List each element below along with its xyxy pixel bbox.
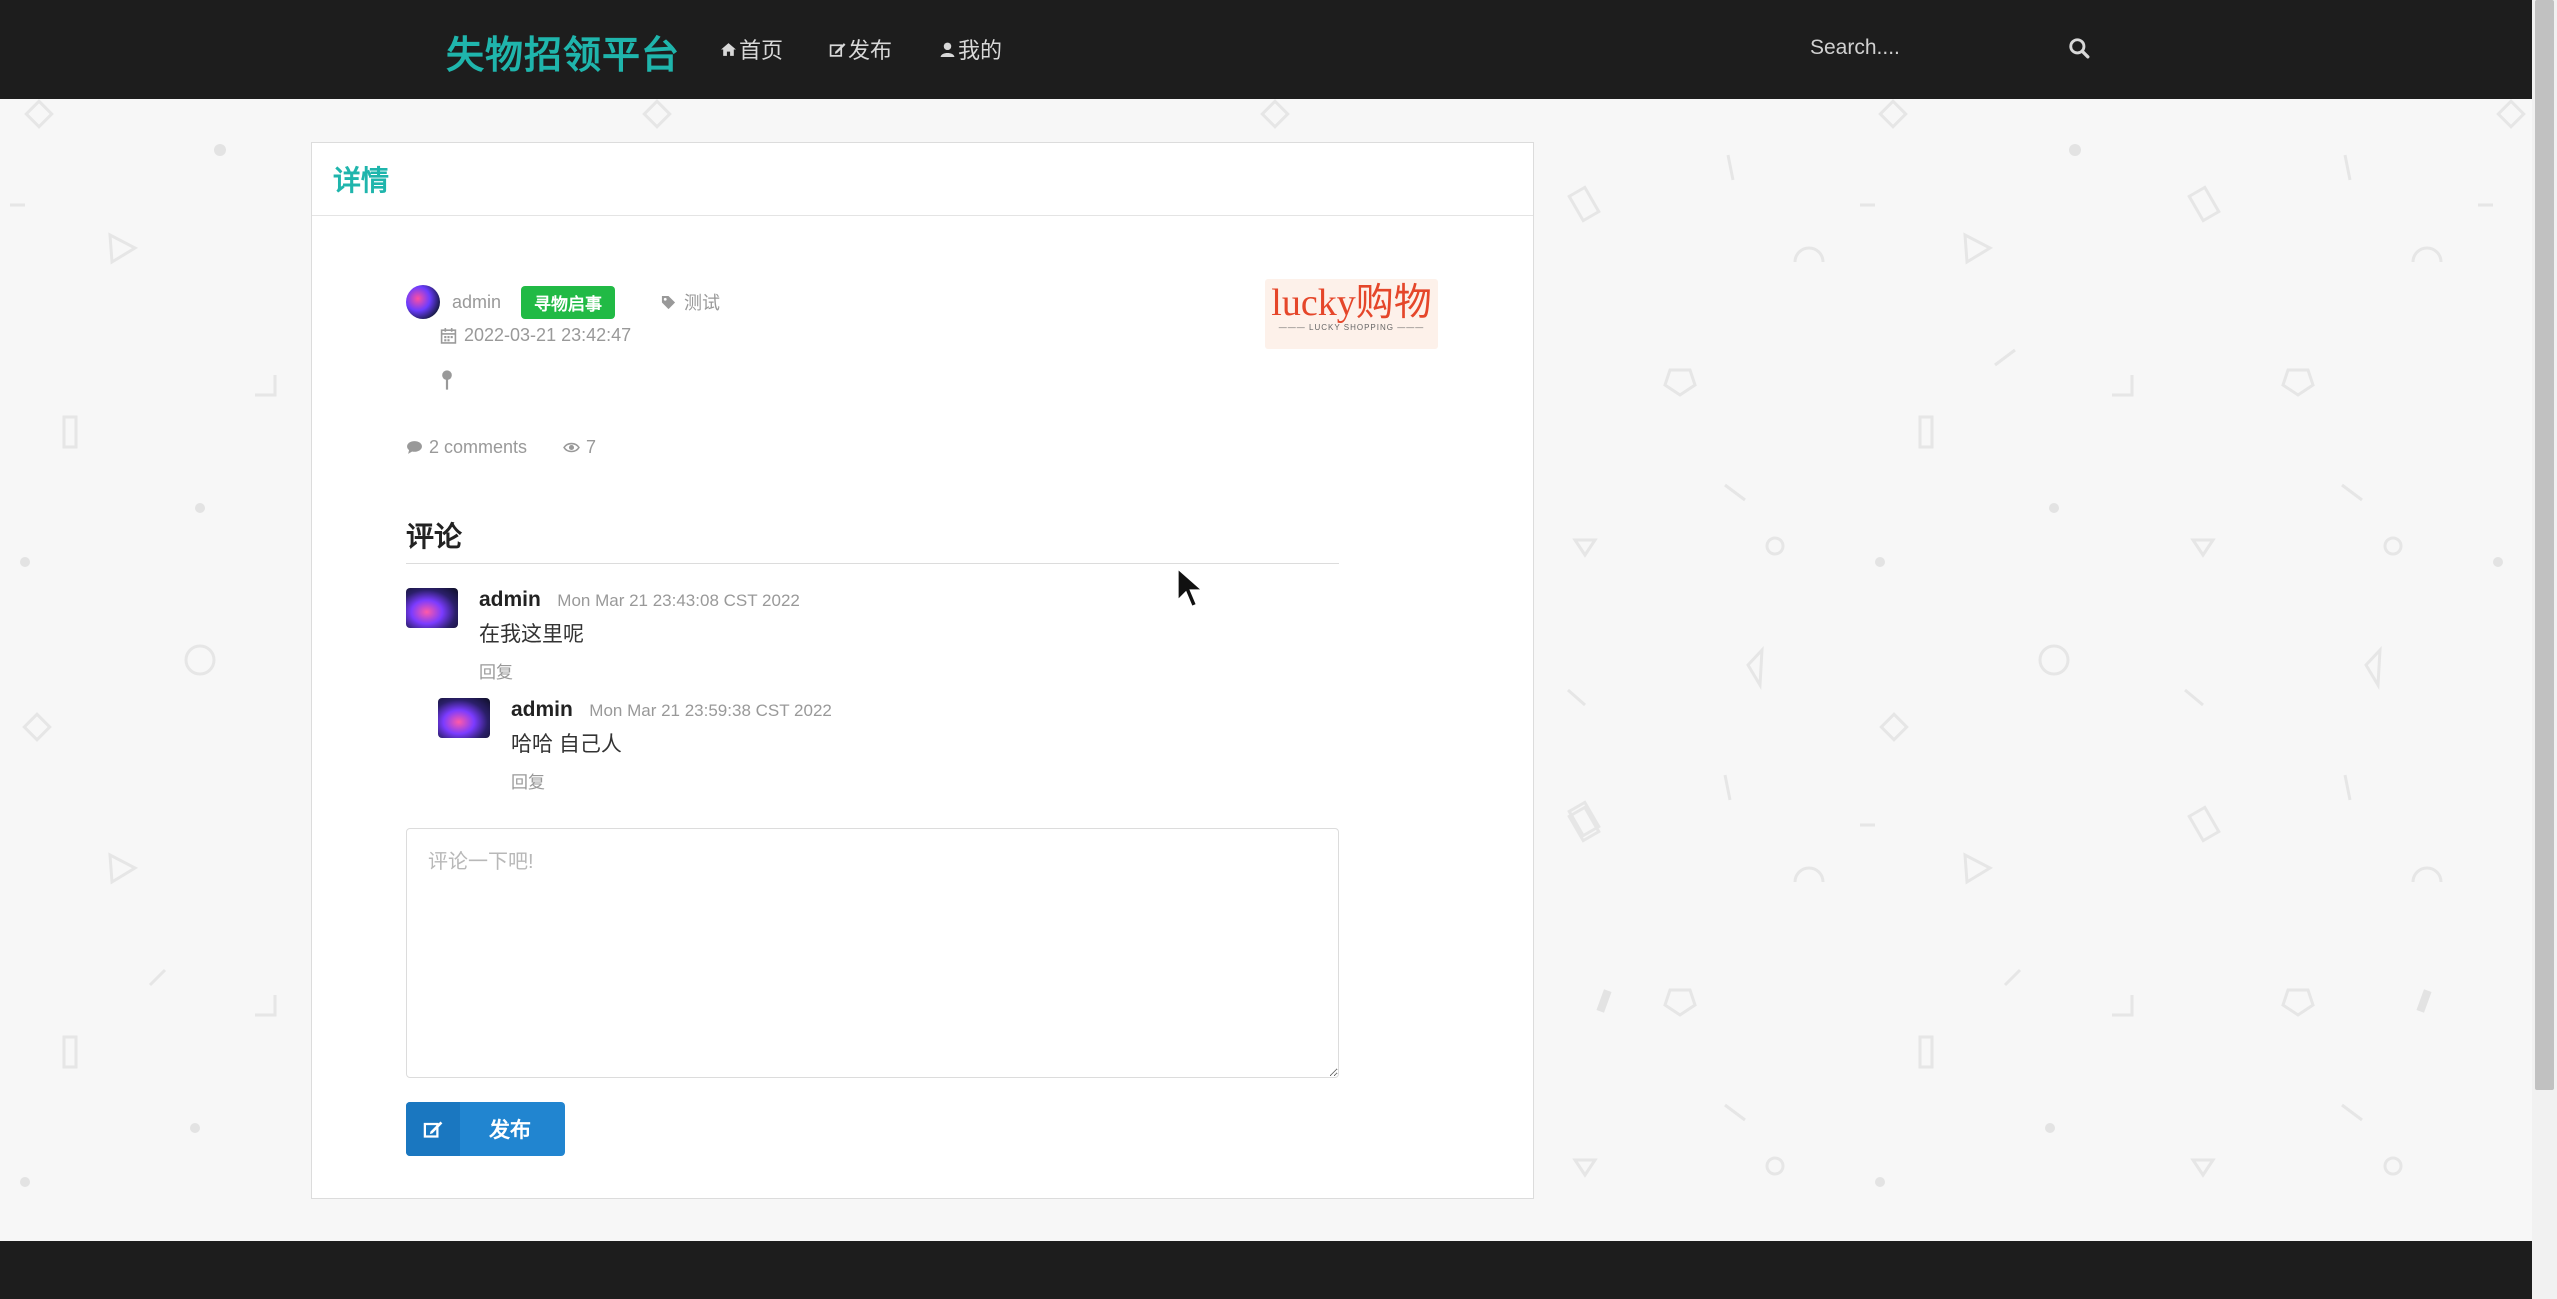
comment-text: 在我这里呢 <box>479 623 584 646</box>
post-meta: admin 寻物启事 测试 <box>406 285 720 319</box>
image-logo-subtext: ——— LUCKY SHOPPING ——— <box>1278 323 1425 332</box>
search-input[interactable] <box>1800 24 2060 72</box>
comment-body: admin Mon Mar 21 23:43:08 CST 2022 在我这里呢… <box>479 588 800 683</box>
nav-item-publish[interactable]: 发布 <box>829 33 892 65</box>
panel-header: 详情 <box>312 143 1533 216</box>
location-row <box>440 369 454 396</box>
views-stat: 7 <box>563 437 596 458</box>
author-avatar[interactable] <box>406 285 440 319</box>
submit-comment-button[interactable]: 发布 <box>406 1102 565 1156</box>
comment-input[interactable] <box>406 828 1339 1078</box>
page-footer <box>0 1241 2557 1299</box>
reply-link[interactable]: 回复 <box>511 768 545 793</box>
comment-item-nested: admin Mon Mar 21 23:59:38 CST 2022 哈哈 自己… <box>438 698 832 793</box>
comment-icon <box>407 441 422 454</box>
category-label: 测试 <box>684 293 721 313</box>
nav-item-mine[interactable]: 我的 <box>939 33 1002 65</box>
comment-item: admin Mon Mar 21 23:43:08 CST 2022 在我这里呢… <box>406 588 800 683</box>
post-type-badge: 寻物启事 <box>521 285 616 319</box>
scrollbar-thumb[interactable] <box>2535 0 2554 1090</box>
post-date: 2022-03-21 23:42:47 <box>440 325 631 346</box>
edit-icon <box>406 1102 460 1156</box>
post-category[interactable]: 测试 <box>661 289 720 315</box>
commenter-avatar[interactable] <box>438 698 490 738</box>
nav-item-label: 发布 <box>848 38 893 63</box>
comment-time: Mon Mar 21 23:43:08 CST 2022 <box>557 591 800 610</box>
comment-author[interactable]: admin <box>479 588 541 611</box>
vertical-scrollbar[interactable] <box>2532 0 2557 1299</box>
post-stats: 2 comments 7 <box>406 437 596 458</box>
nav-item-home[interactable]: 首页 <box>720 33 783 65</box>
panel-title: 详情 <box>333 165 390 196</box>
comment-author[interactable]: admin <box>511 698 573 721</box>
nav-item-label: 首页 <box>739 38 784 63</box>
comment-text: 哈哈 自己人 <box>511 733 622 756</box>
comments-count: 2 comments <box>429 437 528 457</box>
top-navbar: 失物招领平台 首页 发布 我的 <box>0 0 2557 99</box>
home-icon <box>721 42 736 56</box>
comment-body: admin Mon Mar 21 23:59:38 CST 2022 哈哈 自己… <box>511 698 832 793</box>
author-name[interactable]: admin <box>452 292 501 313</box>
comments-heading: 评论 <box>406 515 1339 564</box>
image-logo-text: lucky购物 <box>1271 282 1432 324</box>
reply-link[interactable]: 回复 <box>479 658 513 683</box>
eye-icon <box>563 442 580 453</box>
views-count: 7 <box>586 437 597 457</box>
edit-icon <box>829 42 846 57</box>
pin-icon <box>442 370 452 390</box>
user-icon <box>940 42 955 57</box>
brand-logo[interactable]: 失物招领平台 <box>446 24 680 79</box>
search-icon[interactable] <box>2068 37 2090 59</box>
submit-button-label: 发布 <box>489 1119 531 1142</box>
calendar-icon <box>440 328 457 344</box>
search-box <box>1800 24 2100 72</box>
detail-panel: 详情 admin 寻物启事 测试 2022-03-21 23:42:47 2 c… <box>311 142 1534 1199</box>
commenter-avatar[interactable] <box>406 588 458 628</box>
tag-icon <box>661 295 676 309</box>
date-text: 2022-03-21 23:42:47 <box>464 325 632 345</box>
nav-item-label: 我的 <box>958 38 1003 63</box>
comment-time: Mon Mar 21 23:59:38 CST 2022 <box>589 701 832 720</box>
item-image[interactable]: lucky购物 ——— LUCKY SHOPPING ——— <box>1265 279 1438 349</box>
